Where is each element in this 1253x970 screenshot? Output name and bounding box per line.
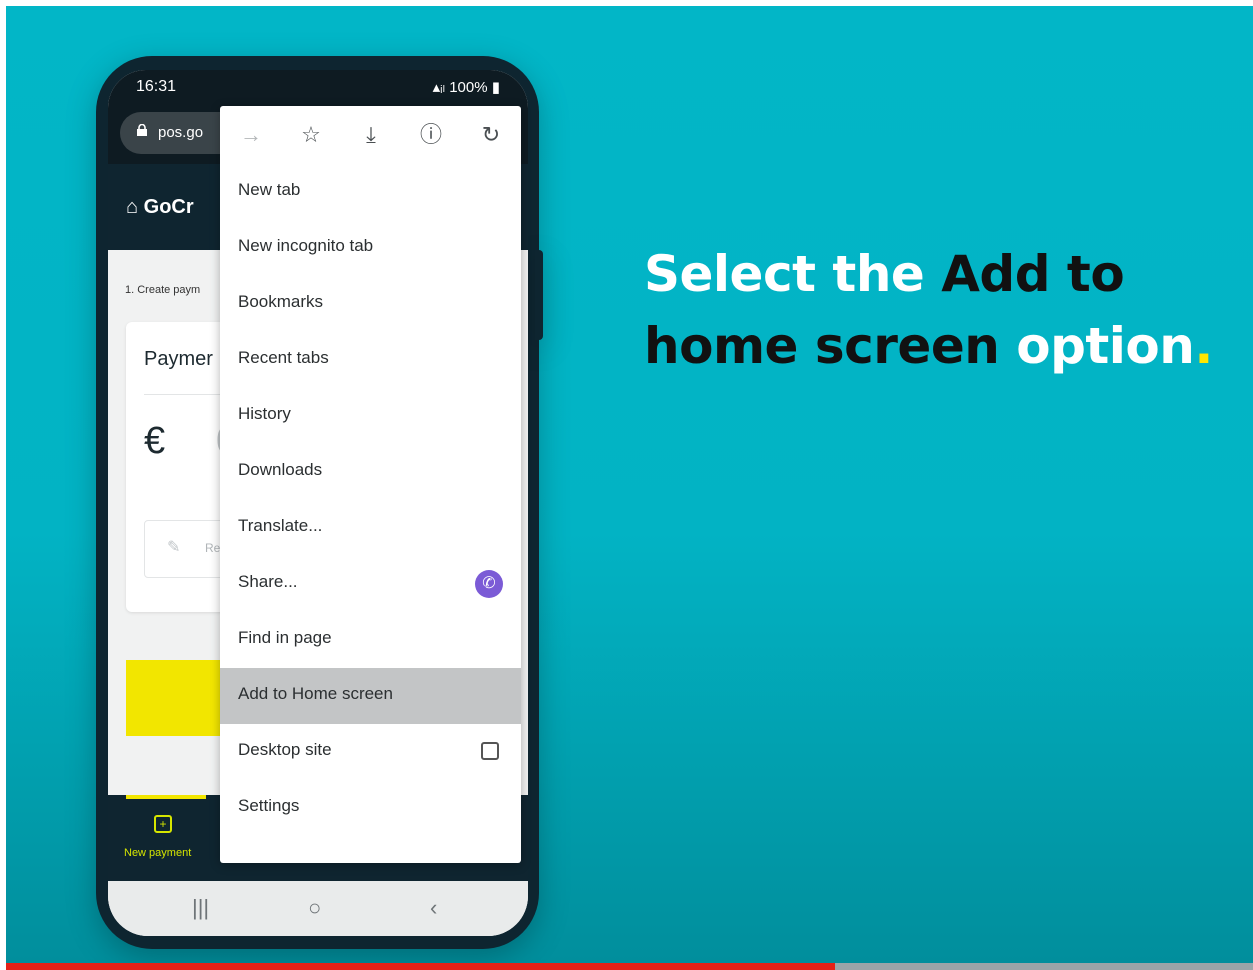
menu-item-label: History <box>238 404 291 423</box>
menu-item-find-in-page[interactable]: Find in page <box>220 612 521 668</box>
video-progress-fill <box>6 963 836 970</box>
download-icon[interactable]: ⤓ <box>358 122 384 148</box>
app-logo: ⌂ GoCr <box>126 196 194 219</box>
headline-part2: Add to <box>941 245 1125 303</box>
battery-percent: 100% <box>449 79 488 96</box>
menu-item-desktop-site[interactable]: Desktop site <box>220 724 521 780</box>
active-tab-indicator <box>126 795 206 799</box>
reload-icon[interactable]: ↻ <box>478 122 504 148</box>
video-progress-bar[interactable] <box>6 963 1253 970</box>
menu-item-label: Share... <box>238 572 298 591</box>
menu-item-recent-tabs[interactable]: Recent tabs <box>220 332 521 388</box>
headline: Select the Add to home screen option. <box>644 238 1213 382</box>
menu-item-add-to-home-screen[interactable]: Add to Home screen <box>220 668 521 724</box>
menu-item-label: Translate... <box>238 516 323 535</box>
logo-icon: ⌂ <box>126 196 144 218</box>
menu-item-label: Add to Home screen <box>238 684 393 703</box>
status-bar: 16:31 ▴ᵢₗ 100% ▮ <box>108 70 528 106</box>
headline-part4: option <box>1016 317 1195 375</box>
headline-dot: . <box>1194 317 1213 375</box>
menu-item-label: New tab <box>238 180 301 199</box>
recents-icon[interactable]: ||| <box>192 895 209 921</box>
menu-item-label: Settings <box>238 796 300 815</box>
signal-icon: ▴ᵢₗ <box>432 79 450 96</box>
pencil-icon: ✎ <box>167 539 181 556</box>
menu-item-label: New incognito tab <box>238 236 374 255</box>
menu-toolbar: → ☆ ⤓ ⓘ ↻ <box>220 106 521 166</box>
menu-item-settings[interactable]: Settings <box>220 780 521 836</box>
status-time: 16:31 <box>136 78 177 95</box>
status-battery: ▴ᵢₗ 100% ▮ <box>433 78 500 96</box>
headline-part1: Select the <box>644 245 942 303</box>
system-nav-bar: ||| ○ ‹ <box>108 881 528 936</box>
browser-overflow-menu: → ☆ ⤓ ⓘ ↻ New tab New incognito tab Book… <box>220 106 521 863</box>
currency-symbol: € <box>144 420 166 462</box>
menu-item-label: Recent tabs <box>238 348 329 367</box>
viber-icon[interactable]: ✆ <box>475 570 503 598</box>
url-text: pos.go <box>158 124 204 141</box>
menu-item-new-tab[interactable]: New tab <box>220 164 521 220</box>
menu-item-history[interactable]: History <box>220 388 521 444</box>
menu-item-label: Find in page <box>238 628 332 647</box>
reference-placeholder: Re <box>205 541 221 555</box>
home-icon[interactable]: ○ <box>308 895 321 921</box>
menu-item-new-incognito-tab[interactable]: New incognito tab <box>220 220 521 276</box>
menu-item-translate[interactable]: Translate... <box>220 500 521 556</box>
info-icon[interactable]: ⓘ <box>418 122 444 148</box>
menu-item-share[interactable]: Share... ✆ <box>220 556 521 612</box>
battery-icon: ▮ <box>487 79 500 96</box>
menu-item-label: Downloads <box>238 460 323 479</box>
new-payment-label[interactable]: New payment <box>124 847 191 859</box>
new-payment-icon[interactable]: + <box>154 815 172 833</box>
breadcrumb: 1. Create paym <box>125 284 201 296</box>
menu-item-label: Desktop site <box>238 740 332 759</box>
headline-part3: home screen <box>644 317 1017 375</box>
card-title: Paymer <box>144 348 213 370</box>
desktop-site-checkbox[interactable] <box>481 742 499 760</box>
logo-text: GoCr <box>143 196 194 218</box>
menu-item-downloads[interactable]: Downloads <box>220 444 521 500</box>
menu-item-bookmarks[interactable]: Bookmarks <box>220 276 521 332</box>
back-icon[interactable]: ‹ <box>430 895 437 921</box>
forward-icon[interactable]: → <box>238 122 264 148</box>
lock-icon <box>137 124 147 136</box>
phone-side-button <box>535 250 543 340</box>
menu-item-label: Bookmarks <box>238 292 324 311</box>
star-icon[interactable]: ☆ <box>298 122 324 148</box>
